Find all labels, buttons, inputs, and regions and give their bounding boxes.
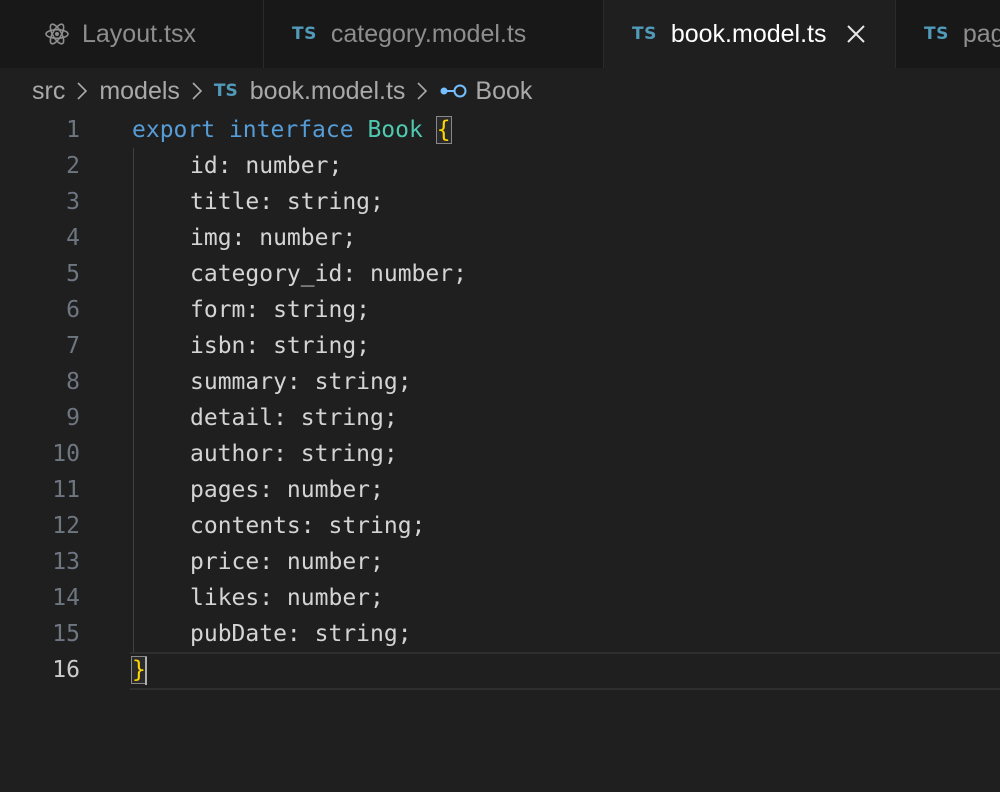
line-number: 6 [66, 297, 80, 323]
code-line: 15 pubDate: string; [0, 616, 1000, 652]
typescript-icon: TS [292, 24, 317, 44]
field-line: form: string; [190, 297, 371, 323]
type-name: Book [367, 117, 423, 143]
line-number: 13 [52, 549, 80, 575]
field-line: isbn: string; [190, 333, 371, 359]
typescript-icon: TS [632, 24, 657, 44]
line-number: 3 [66, 189, 80, 215]
field-line: category_id: number; [190, 261, 467, 287]
tab-pag[interactable]: TS pag [896, 0, 1000, 68]
open-brace: { [435, 116, 452, 144]
code-line: 5 category_id: number; [0, 256, 1000, 292]
line-number: 9 [66, 405, 80, 431]
close-brace: } [131, 656, 147, 684]
breadcrumb-item-src[interactable]: src [32, 77, 65, 106]
line-number: 12 [52, 513, 80, 539]
field-line: detail: string; [190, 405, 398, 431]
typescript-icon: TS [213, 81, 238, 101]
field-line: img: number; [190, 225, 357, 251]
code-line: 10 author: string; [0, 436, 1000, 472]
tab-label: category.model.ts [330, 19, 527, 48]
close-icon[interactable] [846, 24, 866, 44]
typescript-icon: TS [924, 24, 949, 44]
chevron-right-icon [417, 82, 428, 100]
field-line: likes: number; [190, 585, 384, 611]
line-number: 15 [52, 621, 80, 647]
keyword-interface: interface [228, 117, 354, 143]
line-number: 16 [52, 657, 80, 683]
line-number: 2 [66, 153, 80, 179]
field-line: summary: string; [190, 369, 412, 395]
tab-category-model-ts[interactable]: TS category.model.ts [264, 0, 604, 68]
code-line: 9 detail: string; [0, 400, 1000, 436]
tab-layout-tsx[interactable]: Layout.tsx [0, 0, 264, 68]
line-number: 5 [66, 261, 80, 287]
chevron-right-icon [192, 82, 203, 100]
field-line: price: number; [190, 549, 384, 575]
breadcrumb-item-book[interactable]: Book [475, 77, 532, 106]
line-number: 8 [66, 369, 80, 395]
react-icon [45, 23, 69, 45]
interface-symbol-icon [440, 84, 467, 98]
code-line: 13 price: number; [0, 544, 1000, 580]
field-line: pages: number; [190, 477, 384, 503]
code-line: 11 pages: number; [0, 472, 1000, 508]
field-line: pubDate: string; [190, 621, 412, 647]
line-number: 1 [66, 117, 80, 143]
tab-bar: Layout.tsx TS category.model.ts TS book.… [0, 0, 1000, 68]
text-cursor [145, 657, 147, 685]
code-line: 6 form: string; [0, 292, 1000, 328]
tab-label: Layout.tsx [82, 19, 196, 48]
tab-label: book.model.ts [670, 19, 827, 48]
line-number: 14 [52, 585, 80, 611]
field-line: contents: string; [190, 513, 426, 539]
code-line: 16 } [0, 652, 1000, 688]
code-line: 8 summary: string; [0, 364, 1000, 400]
line-number: 11 [52, 477, 80, 503]
code-editor[interactable]: 1 export interface Book { 2 id: number; … [0, 112, 1000, 792]
breadcrumb-item-file[interactable]: book.model.ts [250, 77, 406, 106]
field-line: id: number; [190, 153, 343, 179]
code-line: 14 likes: number; [0, 580, 1000, 616]
code-line: 3 title: string; [0, 184, 1000, 220]
chevron-right-icon [77, 82, 88, 100]
tab-label: pag [962, 19, 1000, 48]
field-line: author: string; [190, 441, 398, 467]
code-line: 2 id: number; [0, 148, 1000, 184]
line-number: 7 [66, 333, 80, 359]
code-line: 12 contents: string; [0, 508, 1000, 544]
code-line: 1 export interface Book { [0, 112, 1000, 148]
tab-book-model-ts[interactable]: TS book.model.ts [604, 0, 896, 68]
code-line: 4 img: number; [0, 220, 1000, 256]
line-number: 4 [66, 225, 80, 251]
breadcrumb: src models TS book.model.ts Book [0, 68, 1000, 114]
keyword-export: export [132, 117, 216, 143]
breadcrumb-item-models[interactable]: models [99, 77, 180, 106]
field-line: title: string; [190, 189, 384, 215]
line-number: 10 [52, 441, 80, 467]
code-line: 7 isbn: string; [0, 328, 1000, 364]
